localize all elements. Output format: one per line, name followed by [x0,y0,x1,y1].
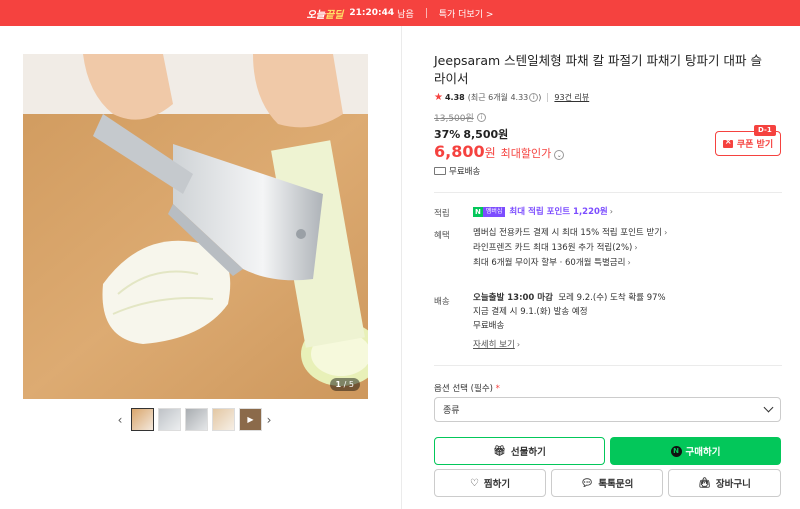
rating-score: 4.38 [444,93,465,102]
star-icon: ★ [434,92,443,103]
section-divider [434,365,782,366]
benefits-label: 혜택 [434,231,450,241]
talk-inquiry-button[interactable]: 💬︎ 톡톡문의 [551,469,663,497]
column-divider [401,26,402,509]
thumbnail-5-video[interactable]: ▶ [239,408,262,431]
gift-icon: 🎁︎ [493,445,506,457]
final-price: 6,800 [434,142,485,161]
option-select[interactable]: 종류 [434,397,781,422]
option-label: 옵션 선택 (필수) * [434,384,500,394]
banner-divider [425,8,427,18]
section-divider [434,192,782,193]
product-photo [23,54,368,399]
info-icon[interactable]: i [529,93,539,102]
wishlist-button[interactable]: ♡ 찜하기 [434,469,546,497]
product-title: Jeepsaram 스텐일체형 파채 칼 파절기 파채기 탕파기 대파 슬라이서 [434,53,762,86]
chevron-right-icon: › [609,207,613,216]
more-deals-link[interactable]: 특가 더보기 > [439,7,494,20]
shipping-row: 무료배송 [434,165,480,177]
max-points: 최대 적립 포인트 1,220원 [509,207,608,217]
naver-membership-badge: N 멤버십 [473,206,506,217]
truck-icon [434,167,446,175]
rating-recent: (최근 6개월 4.33 [467,93,529,102]
original-price: 13,500원 [434,114,474,124]
deal-timer: 21:20:44 [349,8,395,18]
chevron-right-icon: › [634,243,638,252]
rating-row: ★ 4.38 (최근 6개월 4.33 i ) 93건 리뷰 [434,92,589,103]
benefit-line-1[interactable]: 멤버십 전용카드 결제 시 최대 15% 적립 포인트 받기 › [473,225,667,241]
chevron-down-icon [763,402,774,413]
image-counter: 1 / 5 [329,378,360,391]
delivery-line-2: 지금 결제 시 9.1.(화) 발송 예정 [473,307,588,317]
rewards-row[interactable]: N 멤버십 최대 적립 포인트 1,220원 › [473,204,613,220]
main-product-image[interactable]: 1 / 5 [23,54,368,399]
sale-price-row: 37% 8,500원 [434,126,508,142]
chevron-right-icon: › [664,228,668,237]
play-icon: ▶ [247,415,254,424]
coupon-dday-badge: D-1 [754,125,776,136]
shipping-text: 무료배송 [449,167,481,177]
buy-button[interactable]: N 구매하기 [610,437,781,465]
chevron-left-icon[interactable]: ‹ [114,413,126,427]
discount-percent: 37% [434,128,461,141]
rewards-label: 적립 [434,209,450,219]
chevron-right-icon[interactable]: › [263,413,275,427]
naver-pay-icon: N [670,445,682,457]
rating-divider [547,93,549,102]
chevron-right-icon: › [627,258,631,267]
delivery-detail-link[interactable]: 자세히 보기 › [473,337,520,353]
chevron-down-icon[interactable]: ⌄ [554,150,565,160]
final-price-label: 최대할인가 [500,147,552,160]
thumbnail-strip: ▶ [131,408,262,431]
coupon-button[interactable]: D-1 쿠폰 받기 [715,125,781,156]
deal-timer-suffix: 남음 [397,9,414,20]
cart-button[interactable]: 👜︎ 장바구니 [668,469,781,497]
delivery-line-1: 오늘출발 13:00 마감 모레 9.2.(수) 도착 확률 97% [473,293,666,303]
thumbnail-4[interactable] [212,408,235,431]
reviews-link[interactable]: 93건 리뷰 [554,92,589,103]
sale-price: 8,500원 [463,128,509,141]
final-price-unit: 원 [484,146,496,160]
original-price-row: 13,500원 i [434,111,486,124]
chat-bubble-icon: 💬︎ [580,477,594,489]
thumbnail-3[interactable] [185,408,208,431]
gift-button[interactable]: 🎁︎ 선물하기 [434,437,605,465]
option-select-value: 종류 [443,406,460,416]
thumbnail-2[interactable] [158,408,181,431]
delivery-line-3: 무료배송 [473,321,505,331]
delivery-label: 배송 [434,297,450,307]
thumbnail-1[interactable] [131,408,154,431]
shopping-bag-icon: 👜︎ [698,477,711,489]
price-info-icon[interactable]: i [476,113,486,122]
benefit-line-2[interactable]: 라인프렌즈 카드 최대 136원 추가 적립(2%) › [473,240,638,256]
final-price-row[interactable]: 6,800 원 최대할인가 ⌄ [434,142,565,161]
heart-icon: ♡ [469,477,479,489]
top-deal-banner: 오늘끝딜 21:20:44 남음 특가 더보기 > [0,0,800,26]
coupon-label: 쿠폰 받기 [736,140,774,150]
deal-brand: 오늘끝딜 [306,9,344,21]
benefit-line-3[interactable]: 최대 6개월 무이자 할부 · 60개월 특별금리 › [473,255,631,271]
rating-recent-close: ) [538,93,542,102]
coupon-icon [722,137,733,148]
